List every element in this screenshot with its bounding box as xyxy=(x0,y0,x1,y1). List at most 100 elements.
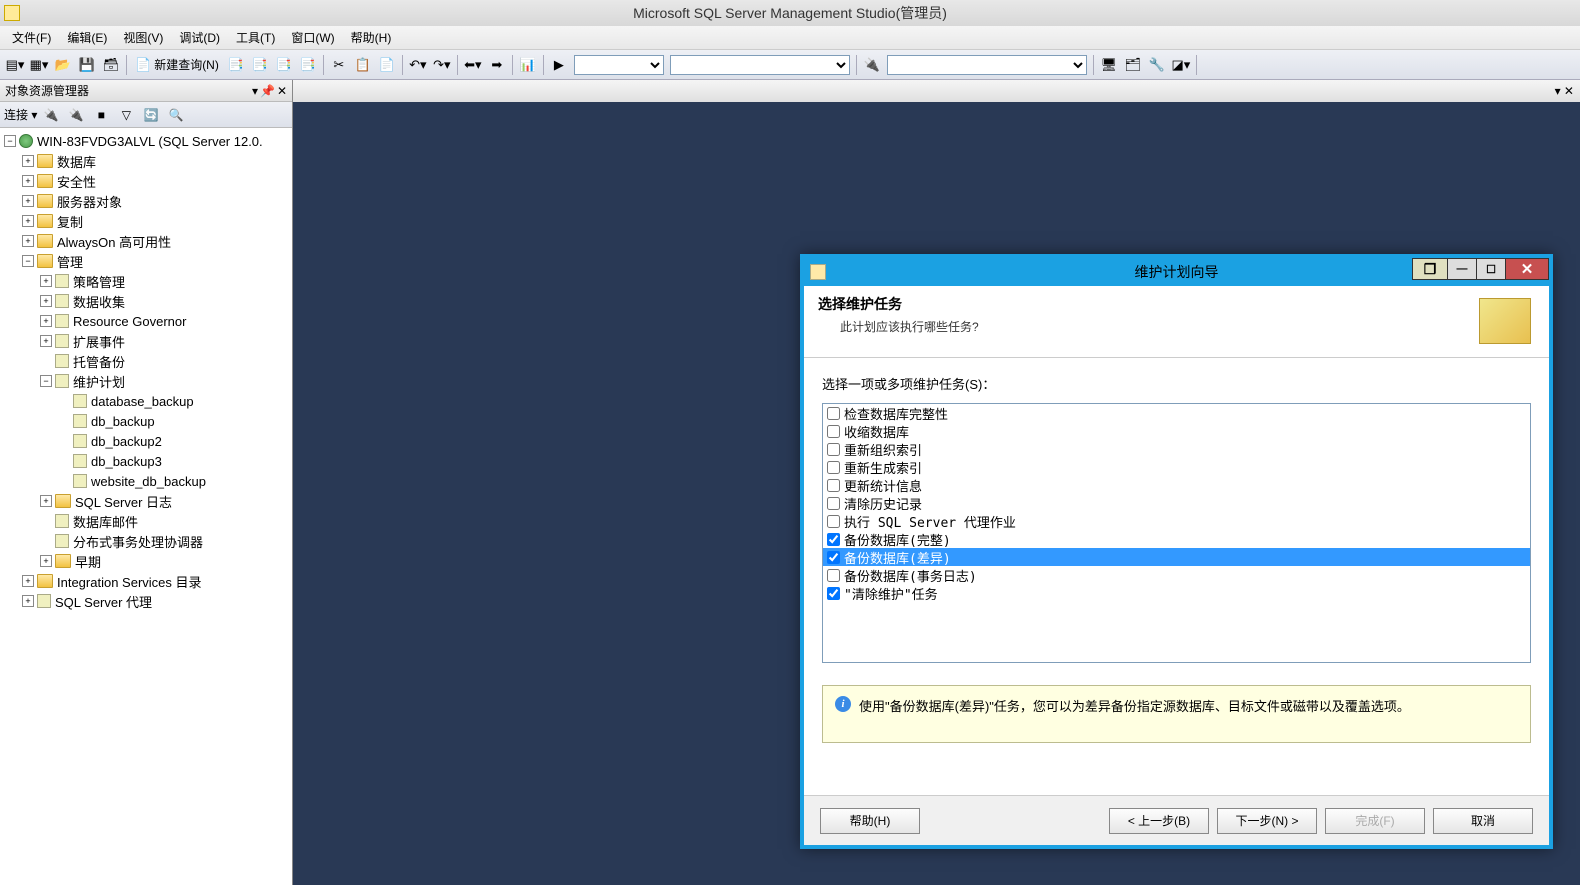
tree-plan[interactable]: db_backup2 xyxy=(91,434,162,449)
activity-monitor-button[interactable]: 📊 xyxy=(517,54,539,76)
tree-extendedevents[interactable]: 扩展事件 xyxy=(73,332,125,351)
tree-maintenanceplans[interactable]: 维护计划 xyxy=(73,372,125,391)
panel-close-icon[interactable]: ✕ xyxy=(277,84,287,98)
execute-button[interactable]: ▶ xyxy=(548,54,570,76)
tree-policy[interactable]: 策略管理 xyxy=(73,272,125,291)
task-item[interactable]: 备份数据库(事务日志) xyxy=(823,566,1530,584)
tree-plan[interactable]: database_backup xyxy=(91,394,194,409)
task-checkbox[interactable] xyxy=(827,551,840,564)
tree-managedbackup[interactable]: 托管备份 xyxy=(73,352,125,371)
maximize-button[interactable]: ☐ xyxy=(1476,258,1506,280)
task-item[interactable]: "清除维护"任务 xyxy=(823,584,1530,602)
save-button[interactable]: 💾 xyxy=(76,54,98,76)
copy-button[interactable]: 📋 xyxy=(352,54,374,76)
refresh-icon[interactable]: 🔄 xyxy=(140,104,162,126)
menu-tools[interactable]: 工具(T) xyxy=(228,26,283,49)
back-button[interactable]: < 上一步(B) xyxy=(1109,808,1209,834)
xmla-query-button[interactable]: 📑 xyxy=(297,54,319,76)
open-file-button[interactable]: 📂 xyxy=(52,54,74,76)
nav-fwd-button[interactable]: ➡ xyxy=(486,54,508,76)
tree-plan[interactable]: db_backup xyxy=(91,414,155,429)
mdx-query-button[interactable]: 📑 xyxy=(249,54,271,76)
menu-help[interactable]: 帮助(H) xyxy=(343,26,400,49)
new-query-button[interactable]: 📄新建查询(N) xyxy=(131,56,223,73)
tree-toggle[interactable]: + xyxy=(22,175,34,187)
task-item[interactable]: 重新生成索引 xyxy=(823,458,1530,476)
menu-edit[interactable]: 编辑(E) xyxy=(59,26,115,49)
tree-toggle[interactable]: + xyxy=(40,555,52,567)
next-button[interactable]: 下一步(N) > xyxy=(1217,808,1317,834)
tree-security[interactable]: 安全性 xyxy=(57,172,96,191)
task-checkbox[interactable] xyxy=(827,587,840,600)
menu-view[interactable]: 视图(V) xyxy=(115,26,171,49)
tree-toggle[interactable]: + xyxy=(40,495,52,507)
connect-icon[interactable]: 🔌 xyxy=(40,104,62,126)
registered-servers-button[interactable]: 🖥 xyxy=(1098,54,1120,76)
tree-replication[interactable]: 复制 xyxy=(57,212,83,231)
task-checkbox[interactable] xyxy=(827,497,840,510)
tree-plan[interactable]: website_db_backup xyxy=(91,474,206,489)
server-combo[interactable] xyxy=(887,55,1087,75)
stop-icon[interactable]: ■ xyxy=(90,104,112,126)
tree-datacollection[interactable]: 数据收集 xyxy=(73,292,125,311)
tree-toggle[interactable]: + xyxy=(22,195,34,207)
menu-debug[interactable]: 调试(D) xyxy=(171,26,228,49)
cut-button[interactable]: ✂ xyxy=(328,54,350,76)
task-checkbox[interactable] xyxy=(827,515,840,528)
restore-down-icon[interactable]: ❐ xyxy=(1412,258,1448,280)
task-item[interactable]: 备份数据库(差异) xyxy=(823,548,1530,566)
task-checkbox[interactable] xyxy=(827,533,840,546)
task-item[interactable]: 备份数据库(完整) xyxy=(823,530,1530,548)
panel-dropdown-icon[interactable]: ▾ xyxy=(252,84,258,98)
new-project-button[interactable]: ▤▾ xyxy=(4,54,26,76)
menu-window[interactable]: 窗口(W) xyxy=(283,26,342,49)
tree-toggle[interactable]: + xyxy=(40,275,52,287)
tree-toggle[interactable]: + xyxy=(22,155,34,167)
tree[interactable]: −WIN-83FVDG3ALVL (SQL Server 12.0. +数据库 … xyxy=(0,128,292,885)
tree-toggle[interactable]: + xyxy=(22,215,34,227)
close-button[interactable]: ✕ xyxy=(1505,258,1549,280)
tree-server[interactable]: WIN-83FVDG3ALVL (SQL Server 12.0. xyxy=(37,134,263,149)
tree-toggle[interactable]: − xyxy=(22,255,34,267)
properties-button[interactable]: ◪▾ xyxy=(1170,54,1192,76)
tree-toggle[interactable]: + xyxy=(40,315,52,327)
add-button[interactable]: ▦▾ xyxy=(28,54,50,76)
tree-dbmail[interactable]: 数据库邮件 xyxy=(73,512,138,531)
disconnect-icon[interactable]: 🔌 xyxy=(65,104,87,126)
task-checkbox[interactable] xyxy=(827,461,840,474)
search-icon[interactable]: 🔍 xyxy=(165,104,187,126)
task-item[interactable]: 重新组织索引 xyxy=(823,440,1530,458)
task-list[interactable]: 检查数据库完整性收缩数据库重新组织索引重新生成索引更新统计信息清除历史记录执行 … xyxy=(822,403,1531,663)
task-item[interactable]: 检查数据库完整性 xyxy=(823,404,1530,422)
connect-dropdown[interactable]: 连接 ▾ xyxy=(4,106,37,123)
tree-dtc[interactable]: 分布式事务处理协调器 xyxy=(73,532,203,551)
dmx-query-button[interactable]: 📑 xyxy=(273,54,295,76)
task-checkbox[interactable] xyxy=(827,479,840,492)
redo-button[interactable]: ↷▾ xyxy=(431,54,453,76)
filter-icon[interactable]: ▽ xyxy=(115,104,137,126)
tree-toggle[interactable]: + xyxy=(40,335,52,347)
object-explorer-button[interactable]: 🗂 xyxy=(1122,54,1144,76)
cancel-button[interactable]: 取消 xyxy=(1433,808,1533,834)
tree-alwayson[interactable]: AlwaysOn 高可用性 xyxy=(57,232,171,251)
tree-toggle[interactable]: + xyxy=(22,595,34,607)
de-query-button[interactable]: 📑 xyxy=(225,54,247,76)
paste-button[interactable]: 📄 xyxy=(376,54,398,76)
tree-management[interactable]: 管理 xyxy=(57,252,83,271)
dialog-titlebar[interactable]: 维护计划向导 ❐ — ☐ ✕ xyxy=(804,258,1549,286)
tree-agent[interactable]: SQL Server 代理 xyxy=(55,592,152,611)
template-explorer-button[interactable]: 🔧 xyxy=(1146,54,1168,76)
task-item[interactable]: 更新统计信息 xyxy=(823,476,1530,494)
tree-toggle[interactable]: + xyxy=(22,575,34,587)
database-combo[interactable] xyxy=(574,55,664,75)
help-button[interactable]: 帮助(H) xyxy=(820,808,920,834)
tree-toggle[interactable]: + xyxy=(22,235,34,247)
nav-back-button[interactable]: ⬅▾ xyxy=(462,54,484,76)
task-checkbox[interactable] xyxy=(827,443,840,456)
task-item[interactable]: 执行 SQL Server 代理作业 xyxy=(823,512,1530,530)
tree-toggle[interactable]: − xyxy=(40,375,52,387)
task-checkbox[interactable] xyxy=(827,425,840,438)
menu-file[interactable]: 文件(F) xyxy=(4,26,59,49)
connect-button[interactable]: 🔌 xyxy=(861,54,883,76)
tree-resourcegovernor[interactable]: Resource Governor xyxy=(73,314,186,329)
